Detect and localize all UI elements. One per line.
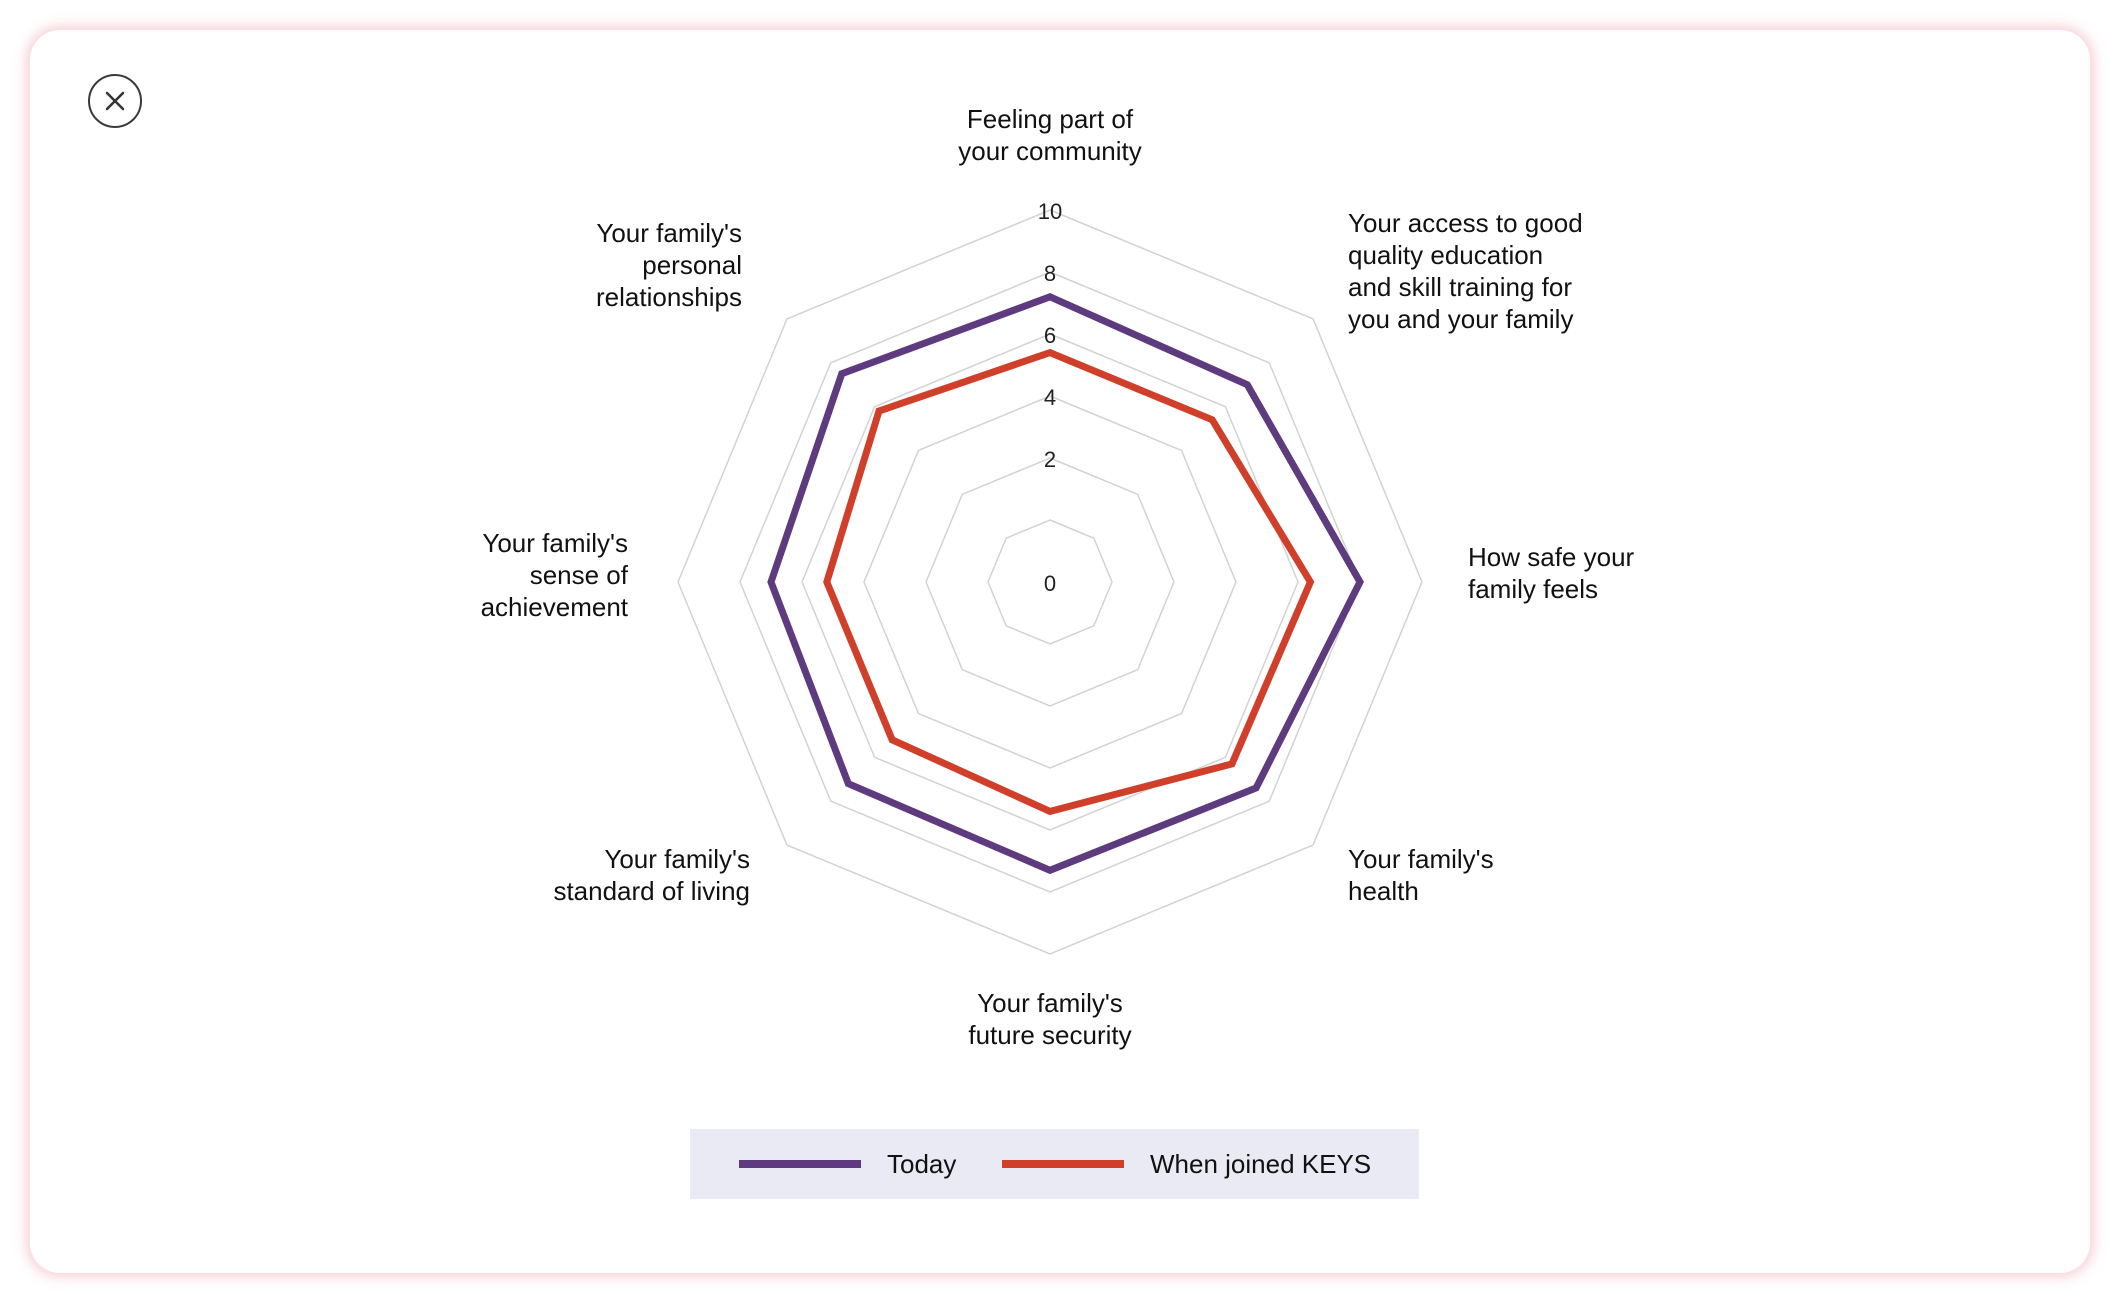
axis-label-5: Your family's standard of living xyxy=(553,844,750,906)
legend-swatch-today xyxy=(739,1160,861,1168)
r-tick-label-6: 6 xyxy=(1044,323,1056,348)
r-tick-label-4: 4 xyxy=(1044,385,1056,410)
legend-label-today: Today xyxy=(887,1148,957,1179)
r-tick-label-8: 8 xyxy=(1044,261,1056,286)
legend-item-when-joined: When joined KEYS xyxy=(1002,1129,1371,1199)
series-when-joined-keys xyxy=(823,348,1315,816)
axis-label-1: Your access to good quality education and … xyxy=(1348,208,1583,334)
radar-chart: 0 2 4 6 8 10 Feeling part of your community Your… xyxy=(481,104,1635,1050)
legend-item-today: Today xyxy=(739,1129,956,1199)
r-tick-label-2: 2 xyxy=(1044,447,1056,472)
axis-label-3: Your family's health xyxy=(1348,844,1494,906)
legend-label-when-joined: When joined KEYS xyxy=(1150,1148,1372,1179)
axis-label-2: How safe your family feels xyxy=(1468,542,1635,604)
r-tick-label-10: 10 xyxy=(1038,199,1062,224)
axis-label-0: Feeling part of your community xyxy=(958,104,1142,166)
legend-swatch-when-joined xyxy=(1002,1160,1124,1168)
chart-legend: Today When joined KEYS xyxy=(690,1129,1419,1199)
series-today xyxy=(767,293,1364,875)
axis-label-6: Your family's sense of achievement xyxy=(481,528,629,622)
axis-label-4: Your family's future security xyxy=(968,988,1131,1050)
axis-label-7: Your family's personal relationships xyxy=(596,218,742,312)
r-tick-label-0: 0 xyxy=(1044,571,1056,596)
